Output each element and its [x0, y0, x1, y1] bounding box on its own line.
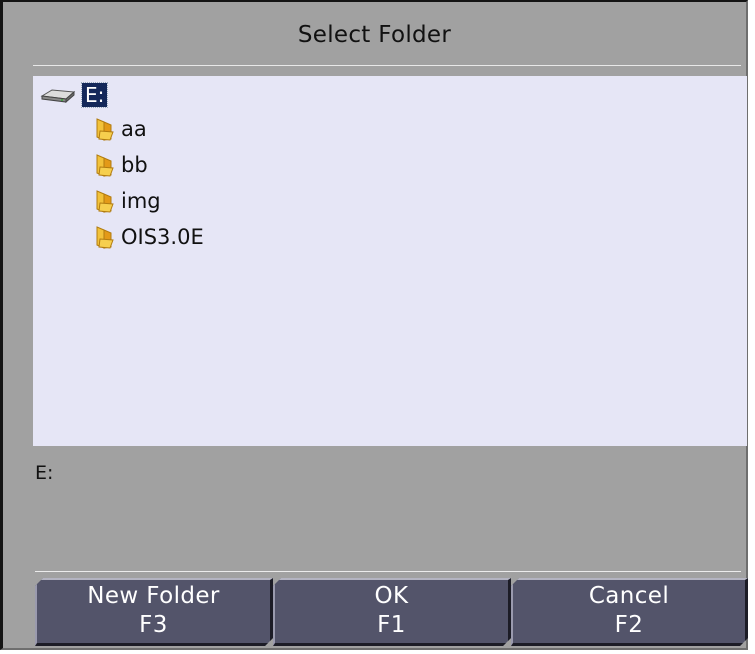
- folder-icon: [96, 118, 114, 141]
- folder-label[interactable]: img: [121, 189, 161, 213]
- button-divider: [35, 571, 741, 572]
- new-folder-button-key: F3: [139, 612, 168, 638]
- folder-icon: [96, 154, 114, 177]
- ok-button[interactable]: OK F1: [273, 578, 511, 646]
- cancel-button[interactable]: Cancel F2: [511, 578, 748, 646]
- drive-icon: [40, 89, 76, 103]
- folder-icon: [96, 226, 114, 249]
- folder-tree[interactable]: E: aa bb img OIS3.0E: [33, 76, 747, 446]
- title-divider: [33, 65, 741, 66]
- selected-path: E:: [35, 462, 54, 484]
- folder-label[interactable]: aa: [121, 117, 147, 141]
- tree-item-drive[interactable]: E:: [40, 82, 109, 108]
- tree-item-folder[interactable]: img: [95, 188, 161, 214]
- tree-item-folder[interactable]: aa: [95, 116, 147, 142]
- new-folder-button-label: New Folder: [87, 583, 220, 609]
- ok-button-label: OK: [374, 583, 409, 609]
- tree-item-folder[interactable]: bb: [95, 152, 148, 178]
- tree-item-folder[interactable]: OIS3.0E: [95, 224, 204, 250]
- select-folder-dialog: Select Folder E: aa bb img OIS3.0E E: Ne…: [0, 0, 748, 650]
- dialog-title: Select Folder: [297, 22, 452, 48]
- folder-icon: [96, 190, 114, 213]
- folder-label[interactable]: bb: [121, 153, 148, 177]
- cancel-button-key: F2: [614, 612, 644, 638]
- folder-label[interactable]: OIS3.0E: [121, 225, 204, 249]
- ok-button-key: F1: [377, 612, 406, 638]
- cancel-button-label: Cancel: [588, 583, 670, 609]
- new-folder-button[interactable]: New Folder F3: [35, 578, 273, 646]
- drive-label[interactable]: E:: [80, 82, 109, 108]
